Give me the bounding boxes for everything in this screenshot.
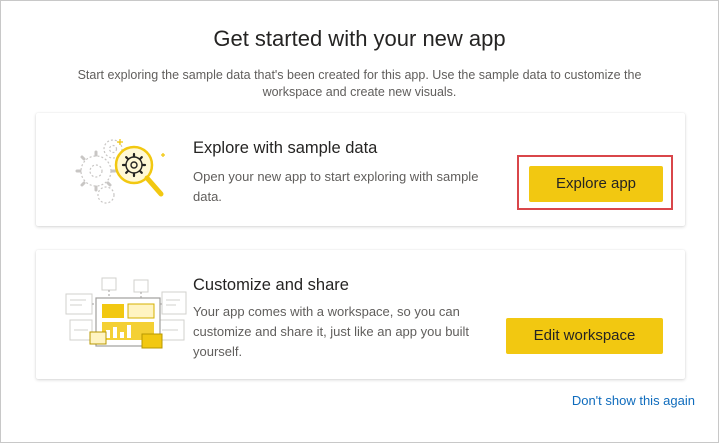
dont-show-again-link[interactable]: Don't show this again	[572, 393, 695, 408]
dialog-title: Get started with your new app	[213, 26, 506, 51]
dialog-subtitle: Start exploring the sample data that's b…	[77, 68, 642, 99]
gears-magnifier-icon	[68, 131, 198, 215]
explore-app-button[interactable]: Explore app	[529, 166, 663, 202]
customize-card: Customize and share Your app comes with …	[36, 250, 685, 379]
customize-card-description: Your app comes with a workspace, so you …	[193, 304, 470, 359]
explore-card-title: Explore with sample data	[193, 139, 378, 157]
dashboard-visuals-icon	[62, 274, 192, 356]
explore-card-description: Open your new app to start exploring wit…	[193, 169, 479, 204]
explore-card: Explore with sample data Open your new a…	[36, 113, 685, 226]
edit-workspace-button[interactable]: Edit workspace	[506, 318, 663, 354]
customize-card-title: Customize and share	[193, 276, 349, 294]
